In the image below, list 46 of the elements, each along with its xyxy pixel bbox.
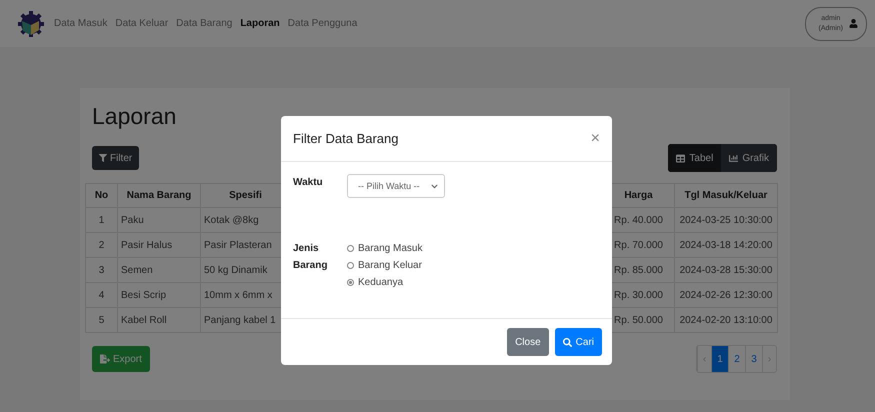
dialog-title: Filter Data Barang bbox=[293, 131, 398, 146]
table-cell: 4 bbox=[86, 282, 118, 308]
table-cell: 3 bbox=[86, 258, 118, 282]
gear-logo-icon bbox=[18, 10, 44, 36]
nav-link[interactable]: Data Pengguna bbox=[288, 18, 358, 29]
page-button[interactable]: 1 bbox=[711, 346, 728, 372]
table-cell: 2024-02-20 13:10:00 bbox=[674, 308, 778, 332]
table-icon bbox=[676, 154, 686, 162]
radio-option[interactable]: Barang Keluar bbox=[347, 257, 422, 274]
export-icon bbox=[100, 354, 110, 364]
field-label: Waktu bbox=[293, 176, 324, 190]
table-cell: 5 bbox=[86, 308, 118, 332]
table-cell: 2024-02-26 12:30:00 bbox=[674, 282, 778, 308]
nav-link[interactable]: Data Barang bbox=[176, 18, 232, 29]
chevron-icon bbox=[431, 182, 438, 190]
dialog-button[interactable]: Close bbox=[507, 328, 549, 356]
column-header: Nama Barang bbox=[118, 184, 200, 208]
time-select[interactable]: -- Pilih Waktu -- bbox=[347, 174, 445, 198]
view-toggle-button[interactable]: Tabel bbox=[668, 144, 722, 172]
table-cell: 2024-03-25 10:30:00 bbox=[674, 208, 778, 232]
nav-link[interactable]: Laporan bbox=[240, 18, 280, 29]
user-icon bbox=[849, 19, 858, 28]
nav-link[interactable]: Data Masuk bbox=[54, 18, 108, 29]
table-cell: Pasir Halus bbox=[118, 232, 200, 258]
table-cell: 2 bbox=[86, 232, 118, 258]
column-header: Tgl Masuk/Keluar bbox=[674, 184, 778, 208]
chart-icon bbox=[729, 154, 738, 162]
table-cell: 2024-03-18 14:20:00 bbox=[674, 232, 778, 258]
filter-icon bbox=[99, 154, 107, 162]
filter-button[interactable]: Filter bbox=[92, 146, 140, 170]
page-title: Laporan bbox=[92, 103, 178, 130]
table-cell: Semen bbox=[118, 258, 200, 282]
close-button[interactable]: × bbox=[590, 130, 600, 148]
radio-option[interactable]: Keduanya bbox=[347, 274, 422, 291]
table-cell: Paku bbox=[118, 208, 200, 232]
search-icon bbox=[562, 338, 572, 346]
table-cell: 2024-03-28 15:30:00 bbox=[674, 258, 778, 282]
table-cell: Kabel Roll bbox=[118, 308, 200, 332]
radio-option[interactable]: Barang Masuk bbox=[347, 240, 422, 257]
table-cell: 1 bbox=[86, 208, 118, 232]
table-cell: Besi Scrip bbox=[118, 282, 200, 308]
field-label: Jenis Barang bbox=[293, 242, 328, 273]
export-button[interactable]: Export bbox=[92, 346, 150, 372]
nav-link[interactable]: Data Keluar bbox=[115, 18, 168, 29]
column-header: No bbox=[86, 184, 118, 208]
dialog-button[interactable]: Cari bbox=[554, 328, 602, 356]
